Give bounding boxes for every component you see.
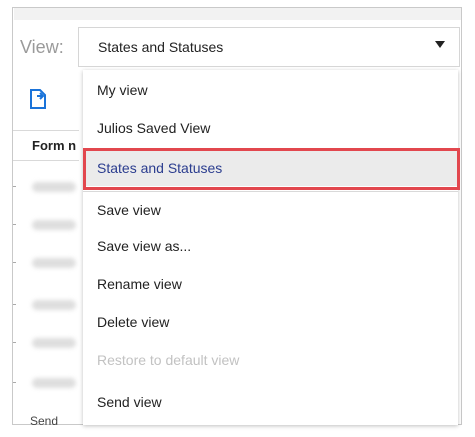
- row-tick: [13, 224, 16, 225]
- row-tick: [13, 262, 16, 263]
- row-tick: [13, 304, 16, 305]
- menu-item-send-view[interactable]: Send view: [83, 384, 458, 420]
- blurred-row: [32, 338, 76, 348]
- chevron-down-icon: [435, 41, 445, 48]
- menu-item-save-view[interactable]: Save view: [83, 192, 458, 228]
- blurred-row: [32, 220, 76, 230]
- menu-item-my-view[interactable]: My view: [83, 72, 458, 108]
- view-select[interactable]: States and Statuses: [78, 27, 460, 67]
- left-panel: [12, 70, 78, 425]
- menu-item-delete-view[interactable]: Delete view: [83, 304, 458, 340]
- menu-item-rename-view[interactable]: Rename view: [83, 266, 458, 302]
- truncated-bottom-text: Send: [30, 414, 59, 428]
- blurred-row: [32, 258, 76, 268]
- export-document-icon[interactable]: [28, 88, 48, 115]
- menu-item-states-and-statuses[interactable]: States and Statuses: [83, 150, 458, 186]
- menu-item-julios-saved-view[interactable]: Julios Saved View: [83, 110, 458, 146]
- blurred-row: [32, 300, 76, 310]
- row-tick: [13, 186, 16, 187]
- form-name-column-header[interactable]: Form n: [32, 138, 80, 153]
- blurred-row: [32, 182, 76, 192]
- view-select-value: States and Statuses: [98, 39, 224, 55]
- header-divider: [13, 160, 79, 161]
- view-dropdown-menu: My view Julios Saved View States and Sta…: [83, 70, 458, 425]
- top-strip: [14, 8, 461, 20]
- row-tick: [13, 342, 16, 343]
- menu-item-save-view-as[interactable]: Save view as...: [83, 228, 458, 264]
- column-divider: [13, 130, 79, 131]
- view-label: View:: [20, 37, 64, 57]
- row-tick: [13, 382, 16, 383]
- menu-item-restore-default-view: Restore to default view: [97, 352, 240, 368]
- blurred-row: [32, 378, 76, 388]
